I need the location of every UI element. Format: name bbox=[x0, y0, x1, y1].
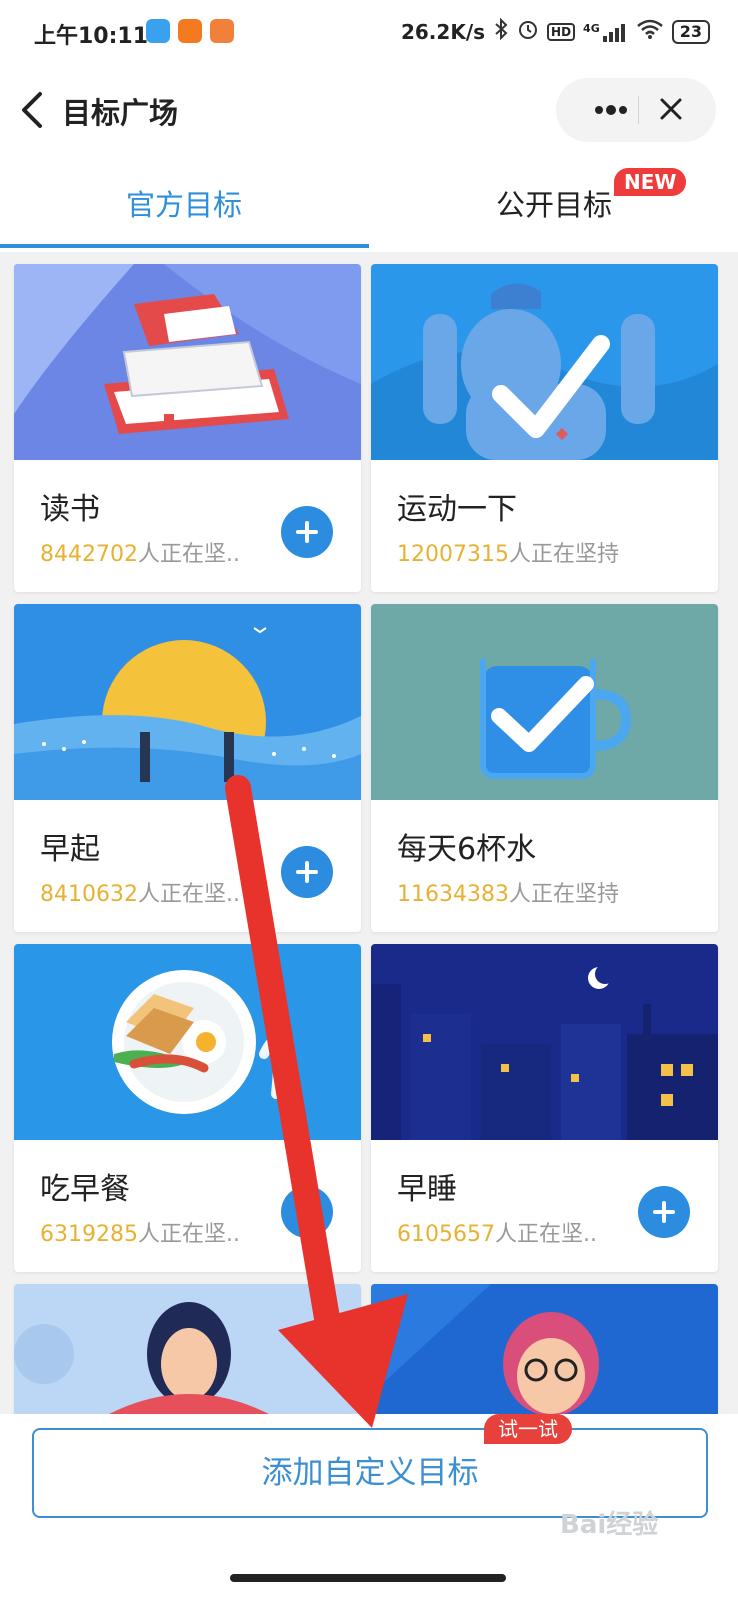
try-badge: 试一试 bbox=[484, 1414, 572, 1444]
status-time: 上午10:11 bbox=[34, 24, 149, 49]
tab-official-goals[interactable]: 官方目标 bbox=[126, 182, 242, 224]
signal-icon: 4G bbox=[583, 22, 628, 42]
goal-name: 运动一下 bbox=[397, 492, 517, 527]
goal-card-exercise[interactable]: 运动一下 12007315人正在坚持 bbox=[371, 264, 718, 592]
top-navbar: 目标广场 bbox=[0, 70, 738, 150]
goal-card-early-rise[interactable]: 早起 8410632人正在坚.. bbox=[14, 604, 361, 932]
count-suffix: 人正在坚持 bbox=[508, 542, 619, 567]
wifi-icon bbox=[636, 18, 664, 45]
battery-level: 23 bbox=[679, 21, 702, 41]
new-badge: NEW bbox=[614, 168, 687, 196]
baidu-watermark: Bai经验 bbox=[560, 1510, 659, 1540]
goal-count: 8410632人正在坚.. bbox=[40, 876, 240, 908]
alarm-icon bbox=[517, 18, 539, 45]
battery-icon: 23 bbox=[671, 19, 710, 44]
glasses-person-illustration bbox=[371, 1284, 718, 1414]
add-goal-button[interactable] bbox=[281, 846, 333, 898]
count-suffix: 人正在坚持 bbox=[508, 882, 619, 907]
add-goal-button[interactable] bbox=[281, 506, 333, 558]
goal-count: 6319285人正在坚.. bbox=[40, 1216, 240, 1248]
home-indicator[interactable] bbox=[230, 1574, 506, 1582]
tab-public-goals[interactable]: 公开目标 bbox=[496, 182, 612, 224]
goal-count: 6105657人正在坚.. bbox=[397, 1216, 597, 1248]
goal-name: 吃早餐 bbox=[40, 1172, 130, 1207]
sunrise-illustration bbox=[14, 604, 361, 800]
count-number: 8442702 bbox=[40, 542, 138, 567]
app-icon-blue bbox=[146, 19, 170, 43]
active-tab-indicator bbox=[0, 244, 369, 248]
goal-count: 11634383人正在坚持 bbox=[397, 876, 619, 908]
goal-card-partial-left[interactable] bbox=[14, 1284, 361, 1414]
mini-program-capsule bbox=[556, 78, 716, 142]
goal-card-partial-right[interactable] bbox=[371, 1284, 718, 1414]
bluetooth-icon bbox=[493, 17, 509, 46]
goal-card-early-sleep[interactable]: 早睡 6105657人正在坚.. bbox=[371, 944, 718, 1272]
breakfast-illustration bbox=[14, 944, 361, 1140]
count-number: 12007315 bbox=[397, 542, 509, 567]
goal-name: 读书 bbox=[40, 492, 100, 527]
capsule-divider bbox=[638, 96, 639, 124]
goal-name: 每天6杯水 bbox=[397, 832, 537, 867]
network-type: 4G bbox=[583, 21, 600, 35]
heart-app-icon bbox=[210, 19, 234, 43]
goal-count: 8442702人正在坚.. bbox=[40, 536, 240, 568]
add-goal-button[interactable] bbox=[638, 1186, 690, 1238]
count-number: 8410632 bbox=[40, 882, 138, 907]
goal-card-breakfast[interactable]: 吃早餐 6319285人正在坚.. bbox=[14, 944, 361, 1272]
close-icon[interactable] bbox=[656, 96, 686, 124]
goal-name: 早起 bbox=[40, 832, 100, 867]
add-goal-button[interactable] bbox=[281, 1186, 333, 1238]
count-number: 6319285 bbox=[40, 1222, 138, 1247]
woman-illustration bbox=[14, 1284, 361, 1414]
count-number: 6105657 bbox=[397, 1222, 495, 1247]
back-arrow-icon[interactable] bbox=[16, 88, 52, 132]
taobao-icon bbox=[178, 19, 202, 43]
net-speed: 26.2K/s bbox=[400, 19, 486, 44]
goal-tabs: 官方目标 公开目标 NEW bbox=[0, 164, 738, 252]
count-suffix: 人正在坚.. bbox=[137, 542, 240, 567]
status-bar: 上午10:11 26.2K/s HD 4G 23 bbox=[0, 0, 738, 66]
books-illustration bbox=[14, 264, 361, 460]
night-city-illustration bbox=[371, 944, 718, 1140]
count-suffix: 人正在坚.. bbox=[137, 882, 240, 907]
water-cup-illustration bbox=[371, 604, 718, 800]
more-icon[interactable] bbox=[586, 96, 636, 124]
goal-count: 12007315人正在坚持 bbox=[397, 536, 619, 568]
count-suffix: 人正在坚.. bbox=[494, 1222, 597, 1247]
goal-card-reading[interactable]: 读书 8442702人正在坚.. bbox=[14, 264, 361, 592]
page-title: 目标广场 bbox=[62, 96, 179, 130]
count-number: 11634383 bbox=[397, 882, 509, 907]
hd-icon: HD bbox=[547, 22, 576, 41]
count-suffix: 人正在坚.. bbox=[137, 1222, 240, 1247]
goal-card-water[interactable]: 每天6杯水 11634383人正在坚持 bbox=[371, 604, 718, 932]
exercise-illustration bbox=[371, 264, 718, 460]
goal-grid: 读书 8442702人正在坚.. 运动一下 12007315人正在坚持 早起 8… bbox=[0, 252, 738, 1414]
goal-name: 早睡 bbox=[397, 1172, 457, 1207]
